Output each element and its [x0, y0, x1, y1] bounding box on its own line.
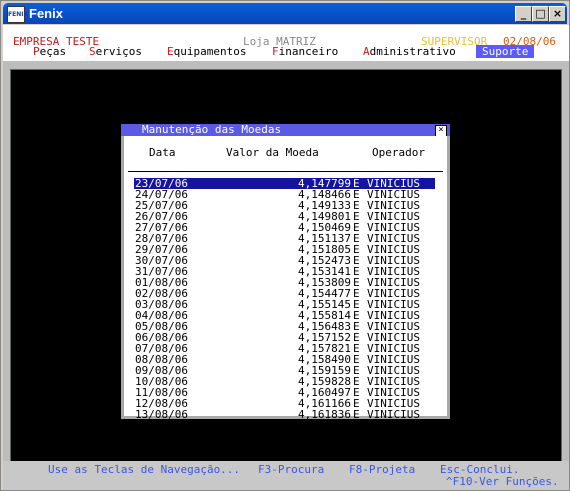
work-area: Manutenção das Moedas × Data Valor da Mo… — [10, 69, 562, 463]
menu-label: eças — [39, 45, 67, 58]
header-divider — [128, 171, 443, 172]
table-row[interactable]: 13/08/06 4,161836 E VINICIUS — [134, 409, 435, 420]
row-operator: VINICIUS — [367, 408, 420, 421]
menu-label: inanceiro — [278, 45, 339, 58]
navigation-hint: Use as Teclas de Navegação... — [48, 463, 241, 476]
menu-item-pecas[interactable]: Peças — [33, 45, 66, 58]
menu-hotkey: F — [272, 45, 279, 58]
f8-project-hint[interactable]: F8-Projeta — [349, 463, 415, 476]
app-window: FENIX Fenix _ □ × EMPRESA TESTE Loja MAT… — [0, 0, 570, 491]
menu-item-financeiro[interactable]: Financeiro — [272, 45, 338, 58]
menu-item-equipamentos[interactable]: Equipamentos — [167, 45, 246, 58]
menu-hotkey: S — [89, 45, 96, 58]
menu-item-suporte[interactable]: Suporte — [476, 45, 535, 58]
menu-label: quipamentos — [173, 45, 247, 58]
title-bar[interactable]: FENIX Fenix _ □ × — [3, 3, 567, 24]
column-header-value: Valor da Moeda — [226, 146, 319, 159]
status-bar: Use as Teclas de Navegação... F3-Procura… — [3, 461, 569, 490]
menu-label: dministrativo — [369, 45, 456, 58]
row-value: 4,161836 — [298, 408, 351, 421]
minimize-button[interactable]: _ — [515, 6, 532, 22]
fenix-app-icon[interactable]: FENIX — [7, 6, 28, 23]
dialog-title-bar: Manutenção das Moedas × — [121, 123, 450, 137]
currency-rate-list[interactable]: 23/07/06 4,147799 E VINICIUS 24/07/06 4,14846… — [134, 178, 435, 420]
currency-list-panel: Data Valor da Moeda Operador 23/07/06 4,1… — [124, 136, 447, 420]
menu-hotkey: E — [167, 45, 174, 58]
column-header-date: Data — [149, 146, 176, 159]
terminal-screen: EMPRESA TESTE Loja MATRIZ SUPERVISOR 02/… — [3, 25, 569, 490]
menu-label: Suporte — [482, 45, 529, 58]
menu-item-servicos[interactable]: Serviços — [89, 45, 142, 58]
f10-functions-hint[interactable]: ^F10-Ver Funções. — [446, 475, 559, 488]
close-button[interactable]: × — [549, 6, 566, 22]
row-date: 13/08/06 — [135, 408, 188, 421]
header-bar: EMPRESA TESTE Loja MATRIZ SUPERVISOR 02/… — [3, 25, 569, 61]
menu-label: erviços — [95, 45, 142, 58]
menu-hotkey: A — [363, 45, 370, 58]
menu-hotkey: P — [33, 45, 40, 58]
window-title: Fenix — [29, 6, 63, 21]
row-flag: E — [353, 408, 360, 421]
maximize-button[interactable]: □ — [532, 6, 549, 22]
currency-maintenance-dialog: Manutenção das Moedas × Data Valor da Mo… — [121, 123, 450, 420]
dialog-title: Manutenção das Moedas — [142, 123, 282, 136]
list-scrollbar[interactable] — [437, 178, 442, 410]
column-header-operator: Operador — [372, 146, 425, 159]
menu-item-administrativo[interactable]: Administrativo — [363, 45, 456, 58]
f3-search-hint[interactable]: F3-Procura — [258, 463, 324, 476]
